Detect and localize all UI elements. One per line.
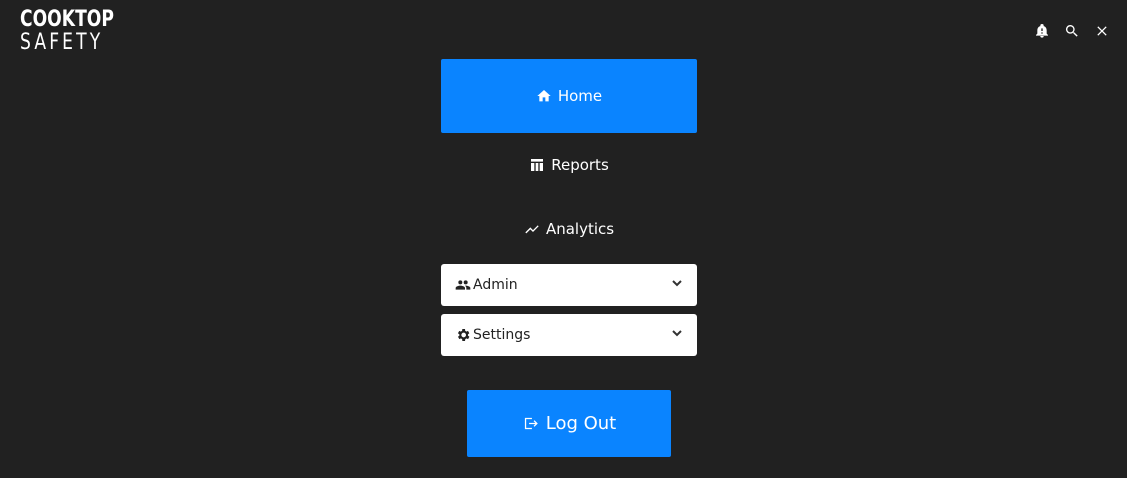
settings-dropdown[interactable]: Settings: [441, 314, 697, 356]
nav-item-label: Reports: [551, 156, 609, 174]
bell-alert-icon[interactable]: [1033, 22, 1051, 40]
brand-line2: SAFETY: [20, 30, 104, 55]
trending-icon: [525, 225, 539, 234]
nav-item-analytics[interactable]: Analytics: [441, 197, 697, 261]
chevron-down-icon: [671, 277, 683, 293]
brand-logo[interactable]: COOKTOP SAFETY: [20, 9, 140, 54]
nav-item-home[interactable]: Home: [441, 59, 697, 133]
users-icon: [455, 277, 472, 294]
main-nav: Home Reports Analytics: [441, 59, 697, 261]
admin-dropdown[interactable]: Admin: [441, 264, 697, 306]
nav-item-label: Analytics: [545, 220, 615, 238]
gear-icon: [455, 327, 472, 344]
close-icon[interactable]: [1093, 22, 1111, 40]
logout-icon: [524, 417, 538, 430]
header-actions: [1033, 22, 1111, 40]
admin-dropdown-label: Admin: [473, 277, 518, 293]
search-icon[interactable]: [1063, 22, 1081, 40]
brand-line1: COOKTOP: [20, 7, 114, 32]
nav-item-reports[interactable]: Reports: [441, 133, 697, 197]
settings-dropdown-label: Settings: [473, 327, 531, 343]
logout-label: Log Out: [545, 413, 617, 434]
nav-item-label: Home: [557, 87, 603, 105]
table-icon: [531, 159, 544, 171]
logout-button[interactable]: Log Out: [467, 390, 671, 457]
app-window: COOKTOP SAFETY Home Reports Analytics Ad…: [0, 0, 1127, 478]
chevron-down-icon: [671, 327, 683, 343]
home-icon: [537, 90, 551, 102]
